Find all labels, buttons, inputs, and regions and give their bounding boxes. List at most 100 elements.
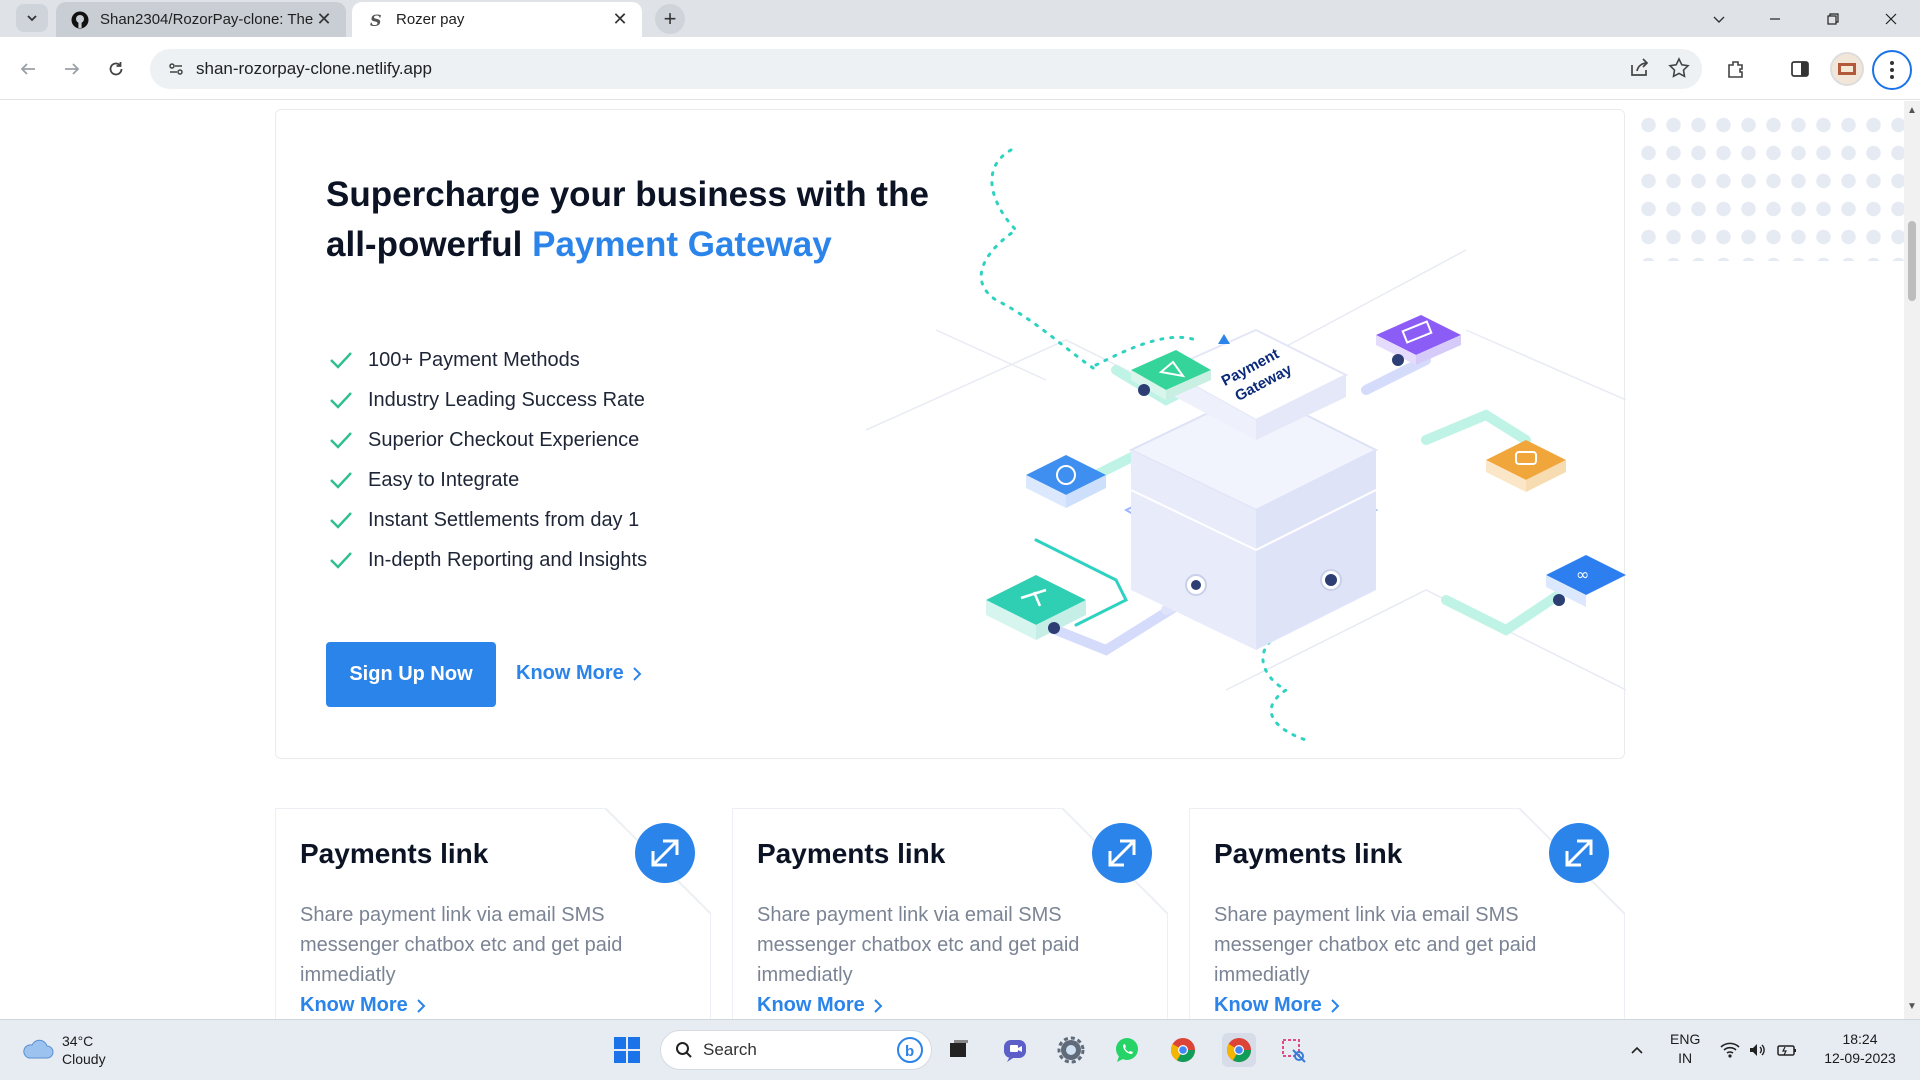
- payment-gateway-illustration: Payment Gateway ∞: [866, 148, 1626, 742]
- feature-text: In-depth Reporting and Insights: [368, 548, 648, 571]
- svg-text:S: S: [370, 11, 382, 29]
- hero-title-prefix: all-powerful: [326, 225, 533, 264]
- language-indicator[interactable]: ENG IN: [1670, 1030, 1700, 1068]
- tab-list-chevron-icon[interactable]: [1696, 0, 1742, 37]
- minimize-icon[interactable]: [1752, 0, 1798, 37]
- page-viewport: Supercharge your business with the all-p…: [0, 101, 1904, 1019]
- battery-icon: [1777, 1045, 1796, 1056]
- clock-time: 18:24: [1842, 1031, 1878, 1047]
- card-link-label: Know More: [300, 994, 408, 1016]
- check-icon: [328, 510, 368, 530]
- page-scrollbar[interactable]: ▲ ▼: [1904, 101, 1920, 1019]
- clock-date: 12-09-2023: [1824, 1050, 1896, 1066]
- teams-chat-icon[interactable]: [998, 1033, 1032, 1067]
- check-icon: [328, 470, 368, 490]
- chevron-up-icon[interactable]: [1620, 1033, 1654, 1067]
- reload-icon: [109, 62, 123, 76]
- card-title: Payments link: [300, 838, 489, 869]
- system-tray-status[interactable]: [1714, 1033, 1804, 1067]
- tab-title: Rozer pay: [396, 11, 465, 28]
- browser-toolbar: shan-rozorpay-clone.netlify.app: [0, 37, 1920, 100]
- scroll-up-arrow-icon[interactable]: ▲: [1907, 105, 1917, 116]
- tile-teal: [986, 575, 1086, 640]
- hero-title-highlight: Payment Gateway: [532, 225, 832, 264]
- scroll-down-arrow-icon[interactable]: ▼: [1907, 1001, 1917, 1012]
- feature-item: In-depth Reporting and Insights: [328, 540, 647, 580]
- check-icon: [328, 350, 368, 370]
- tab-github[interactable]: Shan2304/RozorPay-clone: The I ✕: [56, 2, 346, 37]
- tab-rozer-pay[interactable]: S Rozer pay ✕: [352, 2, 642, 37]
- feature-item: Easy to Integrate: [328, 460, 647, 500]
- transfer-arrows-icon: [635, 823, 695, 883]
- task-view-icon[interactable]: [942, 1033, 976, 1067]
- feature-list: 100+ Payment Methods Industry Leading Su…: [328, 340, 647, 580]
- restore-icon[interactable]: [1810, 0, 1856, 37]
- sign-up-button[interactable]: Sign Up Now: [326, 642, 496, 707]
- card-know-more-link[interactable]: Know More: [300, 994, 426, 1017]
- windows-start-icon[interactable]: [610, 1033, 644, 1067]
- feature-cards: Payments link Share payment link via ema…: [275, 808, 1625, 1019]
- share-icon[interactable]: [1628, 57, 1650, 84]
- weather-widget[interactable]: 34°C Cloudy: [20, 1032, 106, 1068]
- feature-item: 100+ Payment Methods: [328, 340, 647, 380]
- chevron-right-icon: [417, 998, 426, 1013]
- wifi-icon: [1720, 1042, 1740, 1058]
- side-panel-icon[interactable]: [1786, 55, 1814, 83]
- github-icon: [70, 10, 90, 30]
- settings-gear-icon[interactable]: [1054, 1033, 1088, 1067]
- feature-item: Instant Settlements from day 1: [328, 500, 647, 540]
- close-tab-icon[interactable]: ✕: [314, 9, 334, 30]
- card-know-more-link[interactable]: Know More: [757, 994, 883, 1017]
- close-tab-icon[interactable]: ✕: [610, 9, 630, 30]
- know-more-label: Know More: [516, 662, 624, 684]
- card-link-label: Know More: [757, 994, 865, 1016]
- svg-text:b: b: [905, 1043, 914, 1060]
- chrome-active-icon[interactable]: [1222, 1033, 1256, 1067]
- forward-button[interactable]: [56, 53, 88, 85]
- extensions-icon[interactable]: [1722, 55, 1750, 83]
- feature-text: Instant Settlements from day 1: [368, 508, 640, 531]
- chevron-right-icon: [874, 998, 883, 1013]
- scroll-thumb[interactable]: [1908, 221, 1916, 301]
- card-know-more-link[interactable]: Know More: [1214, 994, 1340, 1017]
- site-info-icon[interactable]: [156, 60, 196, 78]
- decorative-dot-grid: [1636, 111, 1904, 261]
- feature-text: Easy to Integrate: [368, 468, 520, 491]
- payments-link-card[interactable]: Payments link Share payment link via ema…: [732, 808, 1168, 1019]
- feature-text: Superior Checkout Experience: [368, 428, 640, 451]
- card-text: Share payment link via email SMS messeng…: [1214, 904, 1537, 986]
- address-bar[interactable]: shan-rozorpay-clone.netlify.app: [150, 49, 1702, 89]
- bookmark-star-icon[interactable]: [1668, 57, 1690, 84]
- check-icon: [328, 430, 368, 450]
- new-tab-button[interactable]: +: [655, 4, 685, 34]
- check-icon: [328, 390, 368, 410]
- check-icon: [328, 550, 368, 570]
- payments-link-card[interactable]: Payments link Share payment link via ema…: [275, 808, 711, 1019]
- arrow-right-icon: [65, 63, 80, 75]
- whatsapp-icon[interactable]: [1110, 1033, 1144, 1067]
- more-vertical-icon: [1890, 61, 1894, 79]
- payments-link-card[interactable]: Payments link Share payment link via ema…: [1189, 808, 1625, 1019]
- taskbar-search[interactable]: Search b: [660, 1030, 932, 1070]
- snipping-tool-icon[interactable]: [1276, 1033, 1310, 1067]
- hero-title-line1: Supercharge your business with the: [326, 175, 929, 214]
- tab-search-button[interactable]: [16, 4, 48, 32]
- language-code: ENG: [1670, 1031, 1701, 1047]
- clock[interactable]: 18:24 12-09-2023: [1820, 1030, 1900, 1068]
- card-text: Share payment link via email SMS messeng…: [300, 904, 623, 986]
- back-button[interactable]: [12, 53, 44, 85]
- tile-blue-link: ∞: [1546, 555, 1626, 607]
- search-label: Search: [703, 1040, 757, 1059]
- s-logo-icon: S: [366, 10, 386, 30]
- tile-purple: [1376, 315, 1461, 366]
- know-more-link[interactable]: Know More: [516, 662, 642, 685]
- browser-tab-bar: Shan2304/RozorPay-clone: The I ✕ S Rozer…: [0, 0, 1920, 37]
- browser-menu-button[interactable]: [1872, 50, 1912, 90]
- reload-button[interactable]: [100, 53, 132, 85]
- chrome-icon[interactable]: [1166, 1033, 1200, 1067]
- arrow-left-icon: [20, 63, 35, 75]
- windows-taskbar: 34°C Cloudy Search b ENG IN 18:24 12-09-…: [0, 1019, 1920, 1080]
- profile-avatar[interactable]: [1830, 52, 1864, 86]
- region-code: IN: [1678, 1050, 1693, 1066]
- close-window-icon[interactable]: [1868, 0, 1914, 37]
